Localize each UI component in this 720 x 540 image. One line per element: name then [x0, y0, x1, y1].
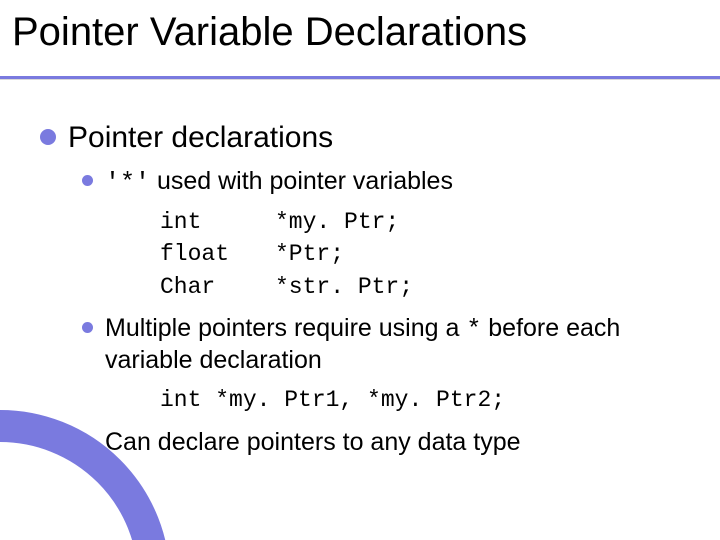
code-inline: '*' — [105, 168, 150, 197]
bullet-text: Can declare pointers to any data type — [105, 427, 521, 458]
bullet-level2: Multiple pointers require using a * befo… — [82, 313, 680, 377]
slide: Pointer Variable Declarations Pointer de… — [0, 0, 720, 540]
code-inline: * — [466, 315, 481, 344]
text-span: used with pointer variables — [150, 167, 453, 195]
bullet-level2: '*' used with pointer variables — [82, 166, 680, 198]
code-line: int *my. Ptr1, *my. Ptr2; — [160, 384, 680, 416]
code-block: int *my. Ptr; float *Ptr; Char *str. Ptr… — [160, 206, 680, 303]
bullet-text: Multiple pointers require using a * befo… — [105, 313, 680, 377]
code-type: Char — [160, 271, 275, 303]
code-line: Char *str. Ptr; — [160, 271, 680, 303]
code-line: float *Ptr; — [160, 238, 680, 270]
bullet-text: Pointer declarations — [68, 120, 333, 156]
slide-title: Pointer Variable Declarations — [12, 10, 527, 54]
code-type: float — [160, 238, 275, 270]
title-underline — [0, 76, 720, 79]
code-var: *str. Ptr; — [275, 271, 413, 303]
bullet-text: '*' used with pointer variables — [105, 166, 453, 198]
code-line: int *my. Ptr; — [160, 206, 680, 238]
bullet-icon — [82, 322, 93, 333]
text-span: Multiple pointers require using a — [105, 314, 466, 342]
bullet-icon — [82, 175, 93, 186]
code-type: int — [160, 206, 275, 238]
bullet-level2: Can declare pointers to any data type — [82, 427, 680, 458]
slide-body: Pointer declarations '*' used with point… — [40, 120, 680, 466]
bullet-level1: Pointer declarations — [40, 120, 680, 156]
code-var: *Ptr; — [275, 238, 344, 270]
bullet-icon — [40, 129, 56, 145]
code-var: *my. Ptr; — [275, 206, 399, 238]
